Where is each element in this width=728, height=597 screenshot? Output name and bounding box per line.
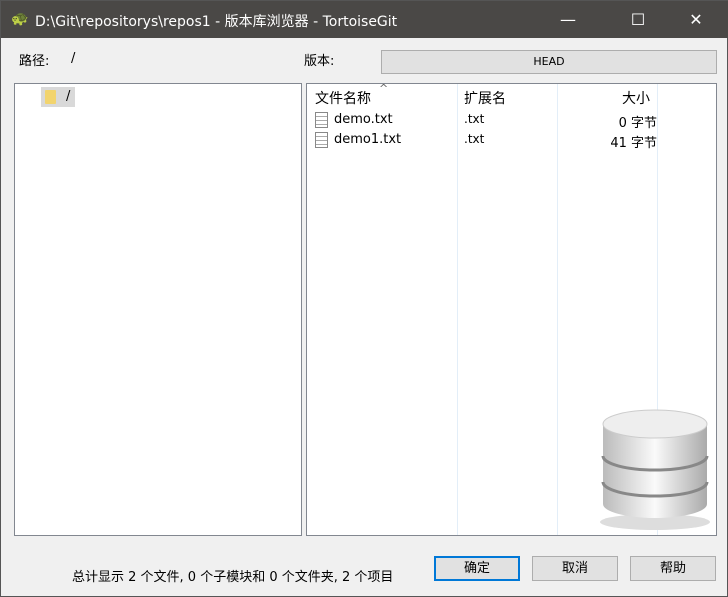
ok-button[interactable]: 确定 — [434, 556, 520, 581]
cancel-button[interactable]: 取消 — [532, 556, 618, 581]
tree-view[interactable]: / — [14, 83, 302, 536]
close-button[interactable]: ✕ — [673, 1, 719, 38]
folder-icon — [45, 90, 56, 104]
revision-button[interactable]: HEAD — [381, 50, 717, 74]
tortoise-icon: 🐢 — [11, 11, 29, 27]
table-row[interactable]: demo1.txt .txt 41 字节 — [315, 130, 657, 151]
path-label: 路径: — [19, 54, 50, 69]
text-file-icon — [315, 132, 328, 148]
text-file-icon — [315, 112, 328, 128]
tree-item-root[interactable]: / — [41, 87, 75, 107]
tree-item-label: / — [66, 89, 71, 104]
revision-label: 版本: — [304, 54, 335, 69]
table-row[interactable]: demo.txt .txt 0 字节 — [315, 110, 657, 131]
window-title: D:\Git\repositorys\repos1 - 版本库浏览器 - Tor… — [35, 14, 398, 30]
status-text: 总计显示 2 个文件, 0 个子模块和 0 个文件夹, 2 个项目 — [72, 570, 394, 585]
minimize-button[interactable]: — — [545, 1, 591, 38]
file-list[interactable]: 文件名称 ^ 扩展名 大小 demo.txt .txt 0 字节 demo1.t… — [306, 82, 717, 536]
column-ext[interactable]: 扩展名 — [464, 88, 506, 108]
help-button[interactable]: 帮助 — [630, 556, 716, 581]
maximize-button[interactable]: ☐ — [615, 1, 661, 38]
column-name[interactable]: 文件名称 — [315, 88, 371, 108]
title-bar: 🐢 D:\Git\repositorys\repos1 - 版本库浏览器 - T… — [1, 1, 728, 38]
column-size[interactable]: 大小 — [622, 88, 650, 108]
database-icon — [600, 409, 710, 530]
sort-asc-icon: ^ — [379, 82, 389, 95]
path-value: / — [71, 51, 76, 66]
